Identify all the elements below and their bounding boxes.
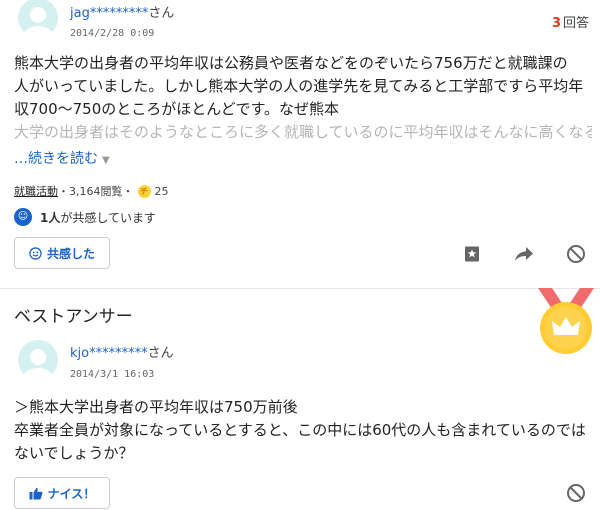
answers-count[interactable]: 3 回答 <box>552 12 589 31</box>
best-answer-title: ベストアンサー <box>14 307 133 327</box>
nice-button-label: ナイス！ <box>47 486 96 501</box>
answerer-username[interactable]: kjo*********さん <box>70 342 174 361</box>
empathy-button[interactable]: 共感した <box>14 237 110 269</box>
empathy-summary: ☺ 1人 が共感しています <box>14 208 156 226</box>
read-more-link[interactable]: …続きを読む ▼ <box>14 148 110 168</box>
block-icon <box>567 484 585 502</box>
questioner-avatar[interactable] <box>18 0 58 38</box>
answer-date: 2014/3/1 16:03 <box>70 369 155 380</box>
empathy-count: 1人 <box>40 210 61 225</box>
question-line: 熊本大学の出身者の平均年収は公務員や医者などをのぞいたら756万だと就職課の <box>14 54 568 72</box>
views-count: ・3,164閲覧・ <box>58 185 134 198</box>
share-arrow-icon <box>515 247 533 261</box>
answer-body: ＞熊本大学出身者の平均年収は750万前後 卒業者全員が対象になっているとすると、… <box>14 396 592 465</box>
answer-header: kjo*********さん 2014/3/1 16:03 <box>14 338 314 382</box>
question-line: 人がいっていました。しかし熊本大学の人の進学先を見てみると工学部ですら平均年 <box>14 77 584 95</box>
question-line: 収700〜750のところがほとんどです。なぜ熊本 <box>14 100 340 118</box>
bookmark-icon <box>465 246 479 262</box>
answer-block-button[interactable] <box>564 481 588 505</box>
coin-count: 25 <box>154 184 169 198</box>
question-header: jag*********さん 2014/2/28 0:09 3 回答 <box>14 0 589 42</box>
answer-line: 卒業者全員が対象になっているとすると、この中には60代の人も含まれているのでは <box>14 421 586 439</box>
smile-icon <box>29 246 42 260</box>
empathy-button-label: 共感した <box>46 246 95 261</box>
answer-line: ＞熊本大学出身者の平均年収は750万前後 <box>14 398 298 416</box>
share-button[interactable] <box>512 242 536 266</box>
answerer-avatar[interactable] <box>18 340 58 380</box>
question-meta: 就職活動 ・3,164閲覧・ チ 25 <box>14 183 169 199</box>
section-divider <box>0 288 600 289</box>
crown-medal-icon <box>538 288 594 354</box>
question-date: 2014/2/28 0:09 <box>70 28 155 39</box>
bookmark-button[interactable] <box>460 242 484 266</box>
chevron-down-icon: ▼ <box>102 155 110 166</box>
smile-icon: ☺ <box>14 208 32 226</box>
nice-button[interactable]: ナイス！ <box>14 477 110 509</box>
block-icon <box>567 245 585 263</box>
coin-icon: チ <box>137 184 151 198</box>
question-line-faded: 大学の出身者はそのようなところに多く就職しているのに平均年収はそんなに高くなる <box>14 123 592 141</box>
thumbs-up-icon <box>29 487 43 499</box>
questioner-username[interactable]: jag*********さん <box>70 2 174 21</box>
category-link[interactable]: 就職活動 <box>14 183 58 199</box>
block-button[interactable] <box>564 242 588 266</box>
empathy-text: が共感しています <box>60 210 157 225</box>
answer-line: ないでしょうか？ <box>14 444 134 462</box>
question-body: 熊本大学の出身者の平均年収は公務員や医者などをのぞいたら756万だと就職課の 人… <box>14 52 592 144</box>
